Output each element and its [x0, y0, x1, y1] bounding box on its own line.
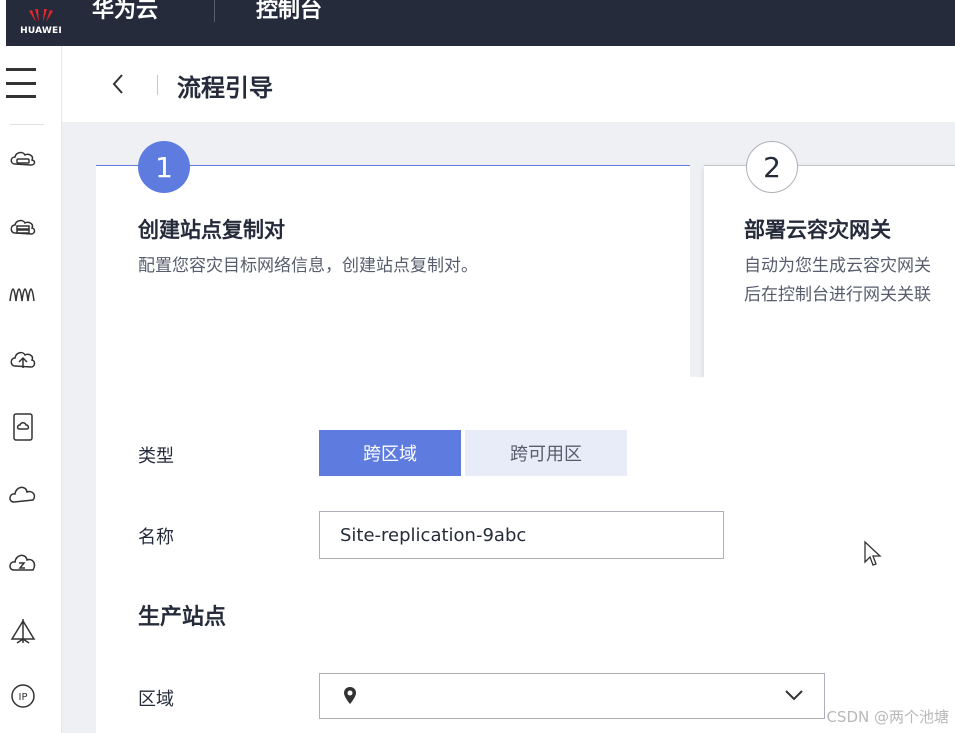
page-title: 流程引导 — [177, 74, 273, 102]
step-2-title: 部署云容灾网关 — [744, 218, 891, 242]
svg-text:IP: IP — [19, 692, 28, 703]
mouse-cursor-icon — [864, 540, 882, 566]
step-number-1: 1 — [138, 141, 190, 193]
step-2-description-line-2: 后在控制台进行网关关联 — [744, 285, 931, 305]
type-option-cross-az[interactable]: 跨可用区 — [465, 430, 627, 476]
type-option-cross-region[interactable]: 跨区域 — [319, 430, 461, 476]
step-1-description: 配置您容灾目标网络信息，创建站点复制对。 — [138, 256, 478, 276]
console-link[interactable]: 控制台 — [256, 0, 322, 24]
sidebar-divider — [10, 124, 44, 125]
header-divider — [157, 75, 158, 95]
name-input[interactable]: Site-replication-9abc — [319, 511, 724, 559]
step-2-text-clip: 部署云容灾网关 自动为您生成云容灾网关 后在控制台进行网关关联 — [744, 210, 955, 330]
type-label: 类型 — [138, 446, 174, 467]
cloud-sync-icon[interactable] — [6, 546, 40, 580]
huawei-logo-icon — [29, 9, 53, 22]
step-number-2: 2 — [746, 141, 798, 193]
chevron-down-icon — [785, 690, 803, 701]
main-content: 1 2 创建站点复制对 配置您容灾目标网络信息，创建站点复制对。 部署云容灾网关… — [62, 122, 955, 733]
location-pin-icon — [344, 687, 356, 704]
page-header: 流程引导 — [62, 46, 955, 122]
cloud-server-icon[interactable] — [6, 142, 40, 176]
left-sidebar: IP — [0, 46, 62, 733]
production-site-title: 生产站点 — [138, 605, 227, 630]
brand-title[interactable]: 华为云 — [92, 0, 158, 24]
step-1-title: 创建站点复制对 — [138, 218, 285, 242]
tent-icon[interactable] — [6, 614, 40, 648]
topbar-left-edge — [0, 0, 6, 46]
region-label: 区域 — [138, 689, 174, 710]
topbar-divider — [214, 0, 215, 22]
cloud-icon[interactable] — [6, 478, 40, 512]
watermark: CSDN @两个池塘 — [826, 708, 949, 726]
region-select[interactable] — [319, 673, 825, 719]
name-label: 名称 — [138, 527, 174, 548]
huawei-logo[interactable]: HUAWEI — [12, 0, 70, 46]
step-2-description-line-1: 自动为您生成云容灾网关 — [744, 256, 931, 276]
logo-text: HUAWEI — [20, 26, 62, 36]
cloud-upload-icon[interactable] — [6, 343, 40, 377]
network-wave-icon[interactable] — [6, 276, 40, 310]
backup-device-icon[interactable] — [6, 410, 40, 444]
ip-icon[interactable]: IP — [6, 679, 40, 713]
hamburger-menu-icon[interactable] — [6, 68, 38, 98]
storage-icon[interactable] — [6, 210, 40, 244]
top-navigation-bar: HUAWEI 华为云 控制台 — [0, 0, 955, 46]
back-arrow-icon[interactable] — [106, 70, 130, 98]
